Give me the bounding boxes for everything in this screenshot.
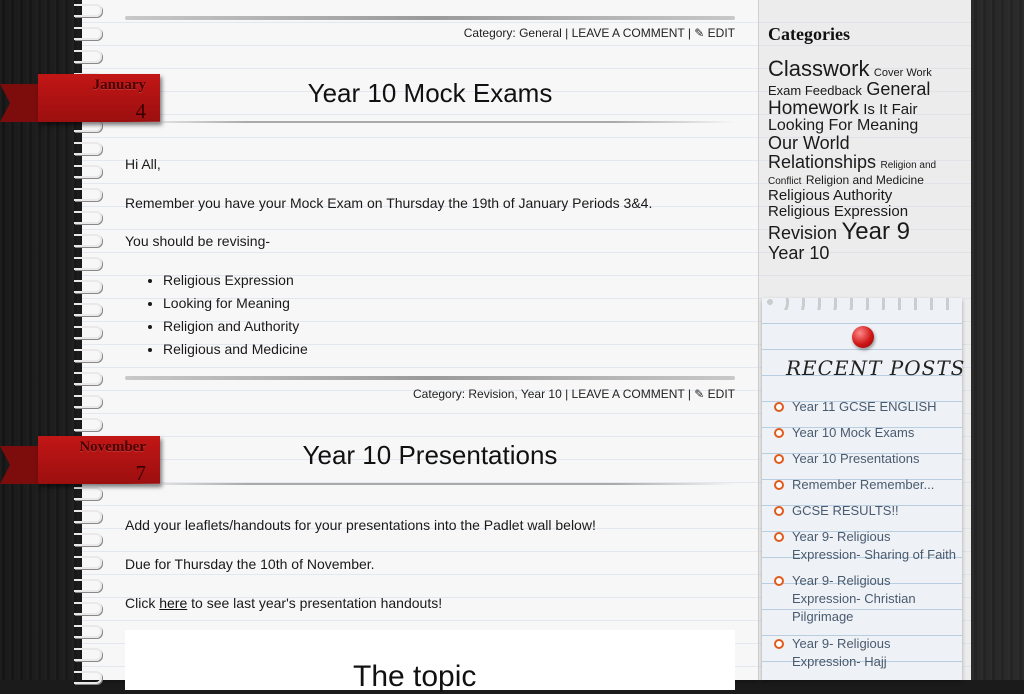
spiral-ring bbox=[74, 349, 102, 362]
post-1-footer-rule bbox=[125, 376, 735, 386]
post-1-header-rule bbox=[125, 16, 735, 26]
post-1-line-1: Remember you have your Mock Exam on Thur… bbox=[125, 195, 653, 211]
revision-list: Religious Expression Looking for Meaning… bbox=[125, 272, 308, 364]
ribbon-tail bbox=[0, 84, 40, 122]
spiral-ring bbox=[74, 4, 102, 17]
post-1-greeting: Hi All, bbox=[125, 156, 161, 172]
recent-post-title: Year 10 Presentations bbox=[792, 451, 920, 466]
category-tag[interactable]: Cover Work bbox=[874, 67, 932, 79]
post-2-line-1: Add your leaflets/handouts for your pres… bbox=[125, 517, 596, 533]
category-tag[interactable]: Homework bbox=[768, 98, 859, 119]
category-tag[interactable]: Year 10 bbox=[768, 243, 829, 263]
category-tag[interactable]: Religious Authority bbox=[768, 187, 892, 204]
recent-post-link[interactable]: Year 9- Religious Expression- Sharing of… bbox=[774, 528, 960, 572]
list-item: Religion and Authority bbox=[163, 318, 308, 341]
spiral-ring bbox=[74, 556, 102, 569]
bullet-icon bbox=[774, 639, 784, 649]
list-item: Religious and Medicine bbox=[163, 341, 308, 364]
here-link[interactable]: here bbox=[159, 595, 187, 611]
spiral-ring bbox=[74, 234, 102, 247]
spiral-ring bbox=[74, 257, 102, 270]
post-title[interactable]: Year 10 Presentations bbox=[125, 440, 735, 471]
post-2-title-block: Year 10 Presentations bbox=[125, 414, 735, 485]
bullet-icon bbox=[774, 402, 784, 412]
recent-post-link[interactable]: Year 10 Presentations bbox=[774, 450, 960, 476]
bullet-icon bbox=[774, 532, 784, 542]
category-tag-cloud: Classwork Cover Work Exam Feedback Gener… bbox=[768, 58, 948, 263]
pushpin-icon bbox=[852, 326, 874, 348]
line-suffix: to see last year's presentation handouts… bbox=[187, 595, 443, 611]
post-title[interactable]: Year 10 Mock Exams bbox=[125, 78, 735, 109]
category-tag[interactable]: Revision bbox=[768, 223, 837, 243]
note-perforation bbox=[762, 298, 962, 310]
spiral-ring bbox=[74, 418, 102, 431]
category-tag[interactable]: General bbox=[866, 79, 930, 99]
recent-post-title: Year 9- Religious Expression- Christian … bbox=[792, 573, 916, 624]
spiral-ring bbox=[74, 487, 102, 500]
title-divider bbox=[125, 483, 735, 485]
recent-post-title: GCSE RESULTS!! bbox=[792, 503, 899, 518]
spiral-ring bbox=[74, 671, 102, 684]
recent-post-link[interactable]: Year 9- Religious Expression- Christian … bbox=[774, 572, 960, 635]
bullet-icon bbox=[774, 428, 784, 438]
title-divider bbox=[125, 121, 735, 123]
list-item: Religious Expression bbox=[163, 272, 308, 295]
embed-title: The topic bbox=[353, 660, 477, 693]
bullet-icon bbox=[774, 480, 784, 490]
spiral-ring bbox=[74, 510, 102, 523]
bullet-icon bbox=[774, 506, 784, 516]
recent-post-link[interactable]: Year 9- Religious Expression- Hajj bbox=[774, 635, 960, 679]
spiral-ring bbox=[74, 533, 102, 546]
recent-posts-list: Year 11 GCSE ENGLISH Year 10 Mock Exams Ye… bbox=[774, 398, 960, 679]
recent-post-title: Year 10 Mock Exams bbox=[792, 425, 915, 440]
spiral-ring bbox=[74, 602, 102, 615]
padlet-embed[interactable]: The topic bbox=[125, 630, 735, 693]
post-1-line-2: You should be revising- bbox=[125, 233, 271, 249]
recent-post-title: Year 9- Religious Expression- Sharing of… bbox=[792, 529, 957, 562]
category-tag[interactable]: Classwork bbox=[768, 56, 869, 81]
recent-post-title: Remember Remember... bbox=[792, 477, 935, 492]
spiral-ring bbox=[74, 579, 102, 592]
spiral-ring bbox=[74, 188, 102, 201]
bullet-icon bbox=[774, 576, 784, 586]
recent-post-link[interactable]: Year 11 GCSE ENGLISH bbox=[774, 398, 960, 424]
spiral-ring bbox=[74, 326, 102, 339]
spiral-ring bbox=[74, 280, 102, 293]
spiral-ring bbox=[74, 50, 102, 63]
spiral-ring bbox=[74, 142, 102, 155]
line-prefix: Click bbox=[125, 595, 160, 611]
category-tag[interactable]: Our World bbox=[768, 133, 850, 153]
spiral-ring bbox=[74, 625, 102, 638]
post-1-title-block: Year 10 Mock Exams bbox=[125, 52, 735, 123]
post-2-line-2: Due for Thursday the 10th of November. bbox=[125, 556, 375, 572]
spiral-ring bbox=[74, 648, 102, 661]
spiral-ring bbox=[74, 303, 102, 316]
category-tag[interactable]: Exam Feedback bbox=[768, 83, 862, 98]
categories-heading: Categories bbox=[768, 24, 850, 44]
spiral-ring bbox=[74, 211, 102, 224]
recent-post-title: Year 11 GCSE ENGLISH bbox=[792, 399, 937, 414]
recent-post-link[interactable]: Remember Remember... bbox=[774, 476, 960, 502]
post-2-line-3: Click here to see last year's presentati… bbox=[125, 595, 442, 611]
spiral-ring bbox=[74, 395, 102, 408]
category-tag[interactable]: Looking For Meaning bbox=[768, 117, 918, 134]
bullet-icon bbox=[774, 454, 784, 464]
recent-post-link[interactable]: Year 10 Mock Exams bbox=[774, 424, 960, 450]
category-tag[interactable]: Is It Fair bbox=[863, 101, 917, 118]
spiral-ring bbox=[74, 27, 102, 40]
spiral-ring bbox=[74, 372, 102, 385]
category-tag[interactable]: Religion and Medicine bbox=[806, 173, 924, 187]
recent-posts-heading: RECENT POSTS bbox=[786, 356, 966, 380]
post-1-meta[interactable]: Category: General | LEAVE A COMMENT | ✎ … bbox=[125, 26, 735, 40]
list-item: Looking for Meaning bbox=[163, 295, 308, 318]
category-tag[interactable]: Relationships bbox=[768, 152, 876, 172]
spiral-ring bbox=[74, 165, 102, 178]
ribbon-tail bbox=[0, 446, 40, 484]
recent-post-title: Year 9- Religious Expression- Hajj bbox=[792, 636, 891, 669]
post-1-footer-meta[interactable]: Category: Revision, Year 10 | LEAVE A CO… bbox=[125, 387, 735, 401]
recent-post-link[interactable]: GCSE RESULTS!! bbox=[774, 502, 960, 528]
category-tag[interactable]: Year 9 bbox=[841, 218, 910, 245]
